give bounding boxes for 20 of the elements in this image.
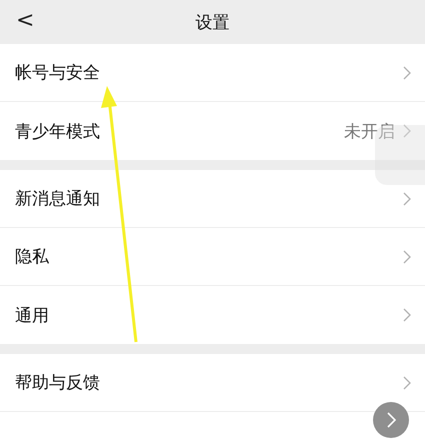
settings-row[interactable]: 通用 [0,286,425,344]
row-value: 未开启 [344,120,395,142]
row-label: 帐号与安全 [15,62,100,84]
chevron-icon [403,376,411,390]
row-label: 新消息通知 [15,188,100,210]
chevron-icon [403,192,411,206]
chevron-icon [403,308,411,322]
chevron-icon [403,250,411,264]
row-label: 通用 [15,304,49,326]
chevron-icon [403,124,411,138]
row-label: 青少年模式 [15,120,100,142]
settings-row[interactable]: 隐私 [0,228,425,286]
settings-row[interactable]: 新消息通知 [0,170,425,228]
back-button[interactable]: < [12,8,38,34]
chevron-icon [386,412,396,428]
row-label: 隐私 [15,246,49,268]
settings-row[interactable]: 青少年模式 未开启 [0,102,425,160]
page-title: 设置 [196,12,230,34]
chevron-icon [403,66,411,80]
row-label: 帮助与反馈 [15,372,100,394]
